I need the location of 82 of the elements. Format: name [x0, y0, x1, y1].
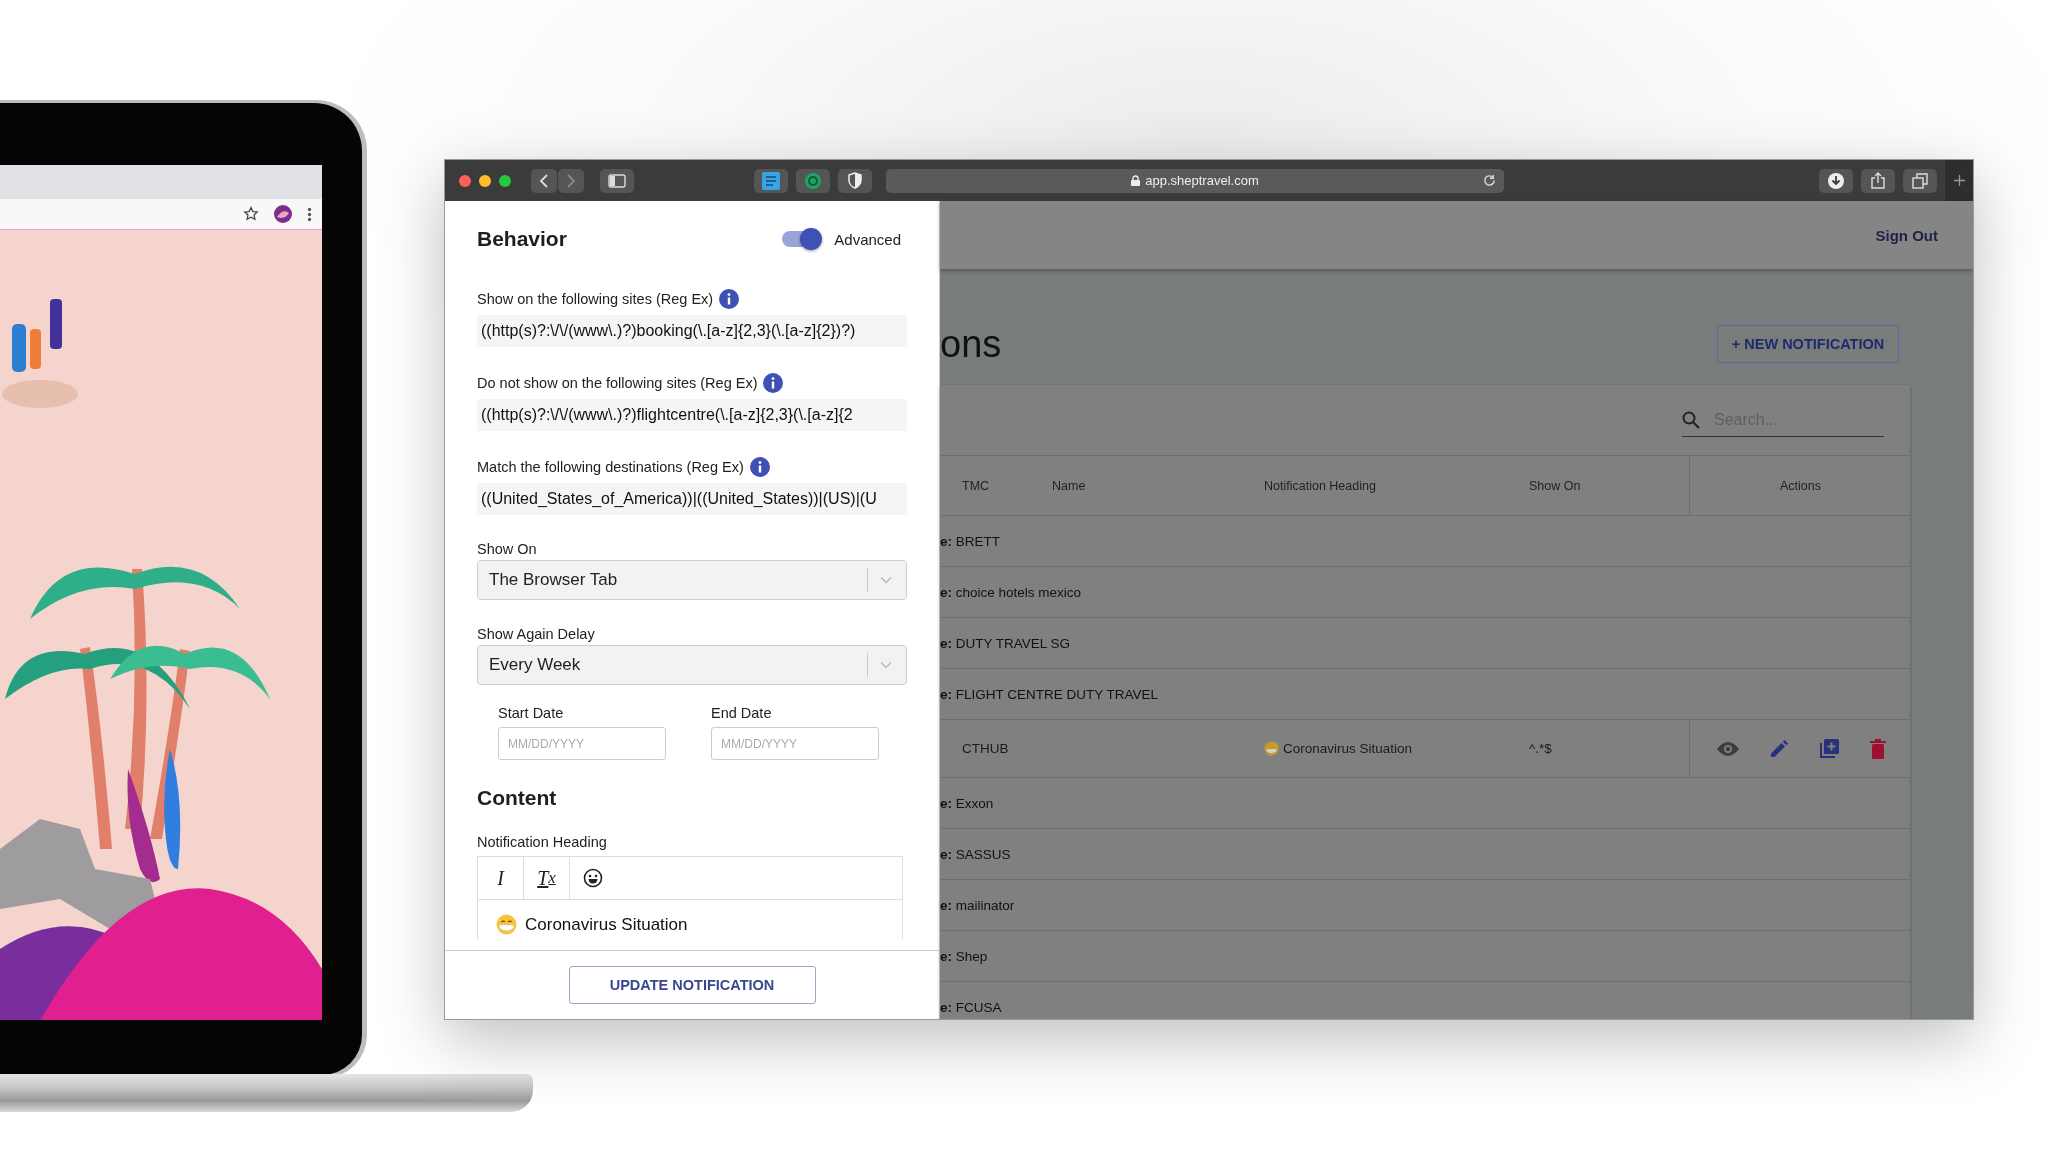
heading-text: Coronavirus Situation: [525, 914, 688, 935]
url-text: app.sheptravel.com: [1145, 173, 1259, 188]
plus-icon: [1952, 174, 1966, 187]
date-field[interactable]: MM/DD/YYYY: [498, 727, 666, 760]
smiley-icon: [582, 868, 603, 888]
info-icon[interactable]: [763, 373, 784, 393]
date-field[interactable]: MM/DD/YYYY: [711, 727, 879, 760]
circle-icon: [804, 171, 822, 190]
field-label: Show On: [477, 541, 538, 557]
chevron-left-icon: [539, 173, 549, 188]
tabs-button[interactable]: [1903, 168, 1937, 193]
table-cell-text: CTHUB: [962, 741, 1010, 756]
group-row-label: e: BRETT: [940, 533, 1001, 549]
toggle-label: Advanced: [834, 230, 901, 248]
group-row-label: e: mailinator: [940, 897, 1015, 913]
table-cell-text: ^.*$: [1529, 741, 1553, 756]
back-button[interactable]: [531, 168, 557, 193]
share-button[interactable]: [1861, 168, 1895, 193]
sidebar-icon: [608, 173, 626, 188]
select-field[interactable]: The Browser Tab: [477, 560, 907, 600]
tabs-icon: [1912, 172, 1928, 189]
group-row-label: e: choice hotels mexico: [940, 584, 1082, 600]
document-icon: [762, 171, 780, 190]
extension-button[interactable]: [754, 168, 788, 193]
avatar-icon[interactable]: [273, 204, 293, 224]
column-header: Notification Heading: [1264, 478, 1377, 493]
section-title: Behavior: [477, 227, 567, 251]
pencil-icon[interactable]: [1769, 739, 1789, 758]
lock-icon: [1131, 175, 1141, 186]
field-label: Do not show on the following sites (Reg Ex): [477, 375, 758, 391]
info-icon[interactable]: [719, 289, 740, 309]
field-label: Show on the following sites (Reg Ex): [477, 291, 714, 307]
sign-out-link[interactable]: Sign Out: [1875, 226, 1938, 244]
search-icon: [1682, 411, 1700, 429]
group-row-label: e: FLIGHT CENTRE DUTY TRAVEL: [940, 686, 1159, 702]
group-row-label: e: Shep: [940, 948, 988, 964]
extension-button[interactable]: [796, 168, 830, 193]
star-icon[interactable]: [243, 206, 259, 222]
zoom-button[interactable]: [499, 174, 511, 187]
share-icon: [1871, 172, 1885, 189]
minimize-button[interactable]: [479, 174, 491, 187]
column-header: Name: [1052, 478, 1087, 493]
forward-button[interactable]: [558, 168, 584, 193]
regex-field[interactable]: ((United_States_of_America))|((United_States))|(US)|(U: [477, 483, 907, 515]
chevron-right-icon: [566, 173, 576, 188]
shield-button[interactable]: [838, 168, 872, 193]
field-label: End Date: [711, 705, 773, 721]
mask-emoji-icon: [496, 914, 517, 935]
more-icon[interactable]: [307, 206, 312, 222]
table-cell: Coronavirus Situation: [1283, 741, 1413, 756]
column-header: Show On: [1529, 478, 1582, 493]
page-title: ons: [940, 322, 1002, 366]
column-header: Actions: [1689, 456, 1911, 515]
address-bar[interactable]: app.sheptravel.com: [886, 168, 1504, 193]
field-label: Match the following destinations (Reg Ex): [477, 459, 744, 475]
group-row-label: e: DUTY TRAVEL SG: [940, 635, 1071, 651]
chevron-down-icon: [880, 661, 892, 669]
reload-icon[interactable]: [1483, 173, 1496, 187]
info-icon[interactable]: [749, 457, 770, 477]
field-label: Notification Heading: [477, 834, 608, 850]
close-button[interactable]: [459, 174, 471, 187]
italic-button[interactable]: I: [478, 857, 524, 899]
mask-emoji-icon: [1264, 741, 1279, 756]
advanced-toggle[interactable]: [782, 231, 821, 247]
group-row-label: e: Exxon: [940, 795, 994, 811]
column-header: TMC: [962, 478, 991, 493]
group-row-label: e: FCUSA: [940, 999, 1002, 1015]
field-label: Start Date: [498, 705, 565, 721]
field-label: Show Again Delay: [477, 626, 596, 642]
group-row-label: e: SASSUS: [940, 846, 1011, 862]
sidebar-button[interactable]: [600, 168, 634, 193]
eye-icon[interactable]: [1715, 740, 1740, 757]
download-icon: [1827, 171, 1845, 190]
update-notification-button[interactable]: UPDATE NOTIFICATION: [568, 966, 816, 1004]
regex-field[interactable]: ((http(s)?:\/\/(www\.)?)flightcentre(\.[a-z]{2,3}(\.[a-z]{2: [477, 399, 907, 431]
section-title: Content: [477, 786, 558, 810]
regex-field[interactable]: ((http(s)?:\/\/(www\.)?)booking(\.[a-z]{2,3}(\.[a-z]{2})?): [477, 315, 907, 347]
download-button[interactable]: [1819, 168, 1853, 193]
chevron-down-icon: [880, 576, 892, 584]
shield-icon: [848, 172, 862, 189]
select-field[interactable]: Every Week: [477, 645, 907, 685]
duplicate-icon[interactable]: [1818, 738, 1840, 759]
